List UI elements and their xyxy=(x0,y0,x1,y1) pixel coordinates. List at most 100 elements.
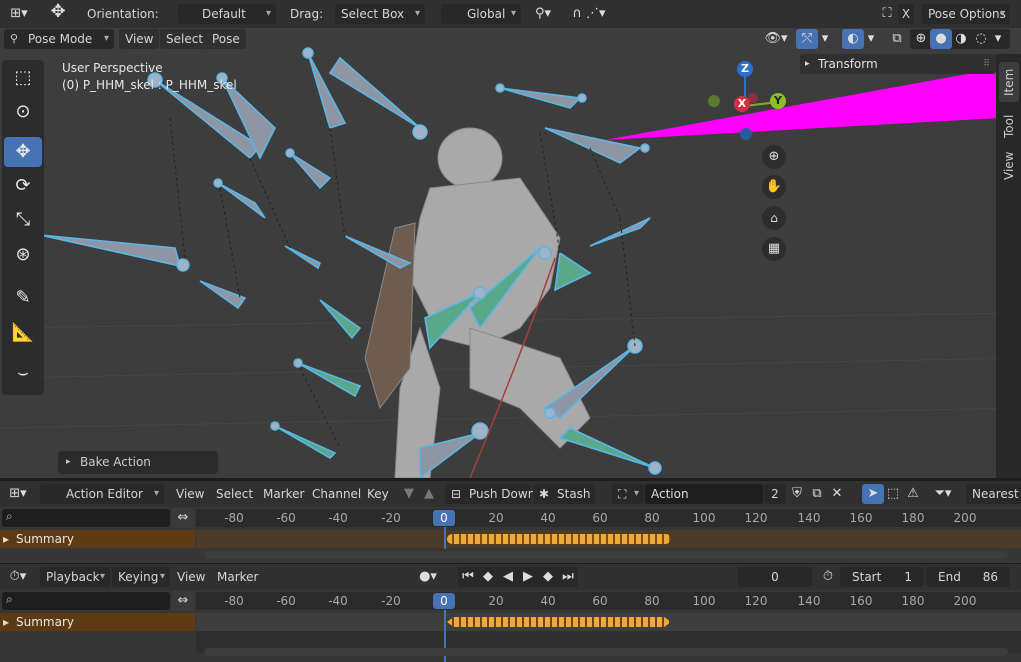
menu-pose[interactable]: Pose xyxy=(206,29,246,49)
show-hidden-icon[interactable]: ⬚ xyxy=(882,484,904,504)
gizmo-x-axis[interactable]: X xyxy=(734,96,750,112)
ae-current-frame[interactable]: 0 xyxy=(433,510,455,526)
tab-item[interactable]: Item xyxy=(999,62,1019,102)
tl-current-frame[interactable]: 0 xyxy=(433,593,455,609)
ae-horizontal-scrollbar[interactable] xyxy=(204,551,1008,559)
pose-breakdown-tool-icon[interactable]: ⌣ xyxy=(4,358,42,388)
pose-options-button[interactable]: Pose Options xyxy=(922,4,1010,24)
tl-sync-icon[interactable]: ⇔ xyxy=(172,591,194,611)
action-editor-body[interactable]: ⌕ ⇔ -80 -60 -40 -20 0 20 40 60 80 100 12… xyxy=(0,507,1021,563)
auto-key-record-icon[interactable]: ●▾ xyxy=(414,567,442,587)
duplicate-action-icon[interactable]: ⧉ xyxy=(806,484,828,504)
viewport-3d[interactable]: Z X Y ⊕ ✋ ⌂ ▦ Pose Mode ⚲ View Select Po… xyxy=(0,28,1021,478)
zoom-icon[interactable]: ⊕ xyxy=(762,145,786,169)
editor-type-icon[interactable]: ⊞▾ xyxy=(4,4,34,24)
action-users-count[interactable]: 2 xyxy=(764,484,786,504)
unlink-action-icon[interactable]: ✕ xyxy=(826,484,848,504)
pan-hand-icon[interactable]: ✋ xyxy=(762,175,786,199)
timeline-editor-icon[interactable]: ⏱▾ xyxy=(4,567,32,587)
annotate-tool-icon[interactable]: ✎ xyxy=(4,283,42,313)
overlay-toggle-icon[interactable]: ◐ xyxy=(842,29,864,49)
play-reverse-icon[interactable]: ◀ xyxy=(497,567,519,587)
mode-select[interactable]: Pose Mode xyxy=(4,29,114,49)
menu-select[interactable]: Select xyxy=(160,29,210,49)
gizmo-z-axis[interactable]: Z xyxy=(737,61,753,77)
fake-user-shield-icon[interactable]: ⛨ xyxy=(786,484,808,504)
gizmo-y-axis[interactable]: Y xyxy=(770,93,786,109)
rendered-shading-icon[interactable]: ◌ xyxy=(970,29,992,49)
rotate-tool-icon[interactable]: ⟳ xyxy=(4,171,42,201)
ae-search-field[interactable]: ⌕ xyxy=(2,509,170,527)
keying-menu[interactable]: Keying xyxy=(112,567,170,587)
scale-tool-icon[interactable]: ⤡ xyxy=(4,205,42,235)
tab-view[interactable]: View xyxy=(999,146,1019,186)
push-down-button[interactable]: ⊟ Push Down xyxy=(445,484,535,504)
end-frame-field[interactable]: End 86 xyxy=(926,567,1010,587)
only-errors-icon[interactable]: ⚠ xyxy=(902,484,924,504)
ae-sync-icon[interactable]: ⇔ xyxy=(172,508,194,528)
prev-keyframe-icon[interactable]: ◆ xyxy=(477,567,499,587)
dopesheet-editor-icon[interactable]: ⊞▾ xyxy=(4,484,32,504)
x-mirror-button[interactable]: X xyxy=(898,4,914,24)
xray-icon[interactable]: ⧉ xyxy=(886,29,908,49)
tl-timeline-ruler[interactable]: -80 -60 -40 -20 0 20 40 60 80 100 120 14… xyxy=(196,592,1021,610)
tl-horizontal-scrollbar[interactable] xyxy=(204,648,1008,656)
sidebar-transform-panel[interactable]: ▸ Transform ⠿ xyxy=(800,54,996,74)
action-name-field[interactable]: Action xyxy=(645,484,763,504)
camera-icon[interactable]: ⌂ xyxy=(762,206,786,230)
tab-tool[interactable]: Tool xyxy=(999,106,1019,146)
ae-menu-select[interactable]: Select xyxy=(210,484,260,504)
filter-icon[interactable]: ⏷▾ xyxy=(928,484,958,504)
bake-action-panel[interactable]: ▸ Bake Action xyxy=(58,451,218,474)
gizmo-dropdown-icon[interactable]: ▾ xyxy=(818,29,832,49)
solid-shading-icon[interactable]: ● xyxy=(930,29,952,49)
stash-button[interactable]: ✱ Stash xyxy=(533,484,595,504)
layer-down-icon[interactable]: ▼ xyxy=(398,484,420,504)
menu-view[interactable]: View xyxy=(119,29,160,49)
current-frame-field[interactable]: 0 xyxy=(738,567,812,587)
wireframe-shading-icon[interactable]: ⊕ xyxy=(910,29,932,49)
layer-up-icon[interactable]: ▲ xyxy=(418,484,440,504)
transform-space-select[interactable]: Global xyxy=(441,4,521,24)
play-icon[interactable]: ▶ xyxy=(517,567,539,587)
action-editor-mode-select[interactable]: Action Editor xyxy=(40,484,164,504)
shading-dropdown-icon[interactable]: ▾ xyxy=(990,29,1006,49)
move-gizmo-icon[interactable]: ✥ xyxy=(46,2,70,22)
drag-select[interactable]: Select Box xyxy=(335,4,425,24)
only-selected-icon[interactable]: ➤ xyxy=(862,484,884,504)
playback-menu[interactable]: Playback xyxy=(40,567,110,587)
ae-keyframe-strip[interactable] xyxy=(447,534,671,544)
select-box-tool-icon[interactable]: ⬚ xyxy=(4,63,42,93)
tl-menu-marker[interactable]: Marker xyxy=(211,567,265,587)
tl-keyframe-strip[interactable] xyxy=(447,617,671,627)
ae-menu-marker[interactable]: Marker xyxy=(257,484,311,504)
stopwatch-icon[interactable]: ⏱ xyxy=(817,567,839,587)
move-tool-icon[interactable]: ✥ xyxy=(4,137,42,167)
visibility-icon[interactable]: 👁▾ xyxy=(762,29,790,49)
snap-mode-select[interactable]: Nearest xyxy=(966,484,1021,504)
transform-tool-icon[interactable]: ⊛ xyxy=(4,240,42,270)
orientation-select[interactable]: Default xyxy=(178,4,276,24)
ae-timeline-ruler[interactable]: -80 -60 -40 -20 0 20 40 60 80 100 120 14… xyxy=(196,509,1021,527)
ae-menu-view[interactable]: View xyxy=(170,484,211,504)
ortho-grid-icon[interactable]: ▦ xyxy=(762,237,786,261)
mirror-icon[interactable]: ⛶ xyxy=(876,4,898,24)
start-frame-field[interactable]: Start 1 xyxy=(840,567,924,587)
overlay-dropdown-icon[interactable]: ▾ xyxy=(864,29,878,49)
action-browse-button[interactable]: ⛶ xyxy=(612,484,644,504)
pivot-icon[interactable]: ⚲▾ xyxy=(528,4,558,24)
snap-icon[interactable]: ∩ ⋰▾ xyxy=(564,4,614,24)
ae-summary-channel[interactable]: Summary xyxy=(0,530,195,548)
cursor-tool-icon[interactable]: ⊙ xyxy=(4,97,42,127)
ae-menu-channel[interactable]: Channel xyxy=(306,484,368,504)
material-shading-icon[interactable]: ◑ xyxy=(950,29,972,49)
tl-summary-channel[interactable]: Summary xyxy=(0,613,195,631)
timeline-body[interactable]: ⌕ ⇔ -80 -60 -40 -20 0 20 40 60 80 100 12… xyxy=(0,590,1021,662)
tl-search-field[interactable]: ⌕ xyxy=(2,592,170,610)
measure-tool-icon[interactable]: 📐 xyxy=(4,318,42,348)
gizmo-toggle-icon[interactable]: ⤲ xyxy=(796,29,818,49)
ae-menu-key[interactable]: Key xyxy=(361,484,395,504)
next-keyframe-icon[interactable]: ◆ xyxy=(537,567,559,587)
jump-start-icon[interactable]: ⏮ xyxy=(457,567,479,587)
jump-end-icon[interactable]: ⏭ xyxy=(557,567,579,587)
